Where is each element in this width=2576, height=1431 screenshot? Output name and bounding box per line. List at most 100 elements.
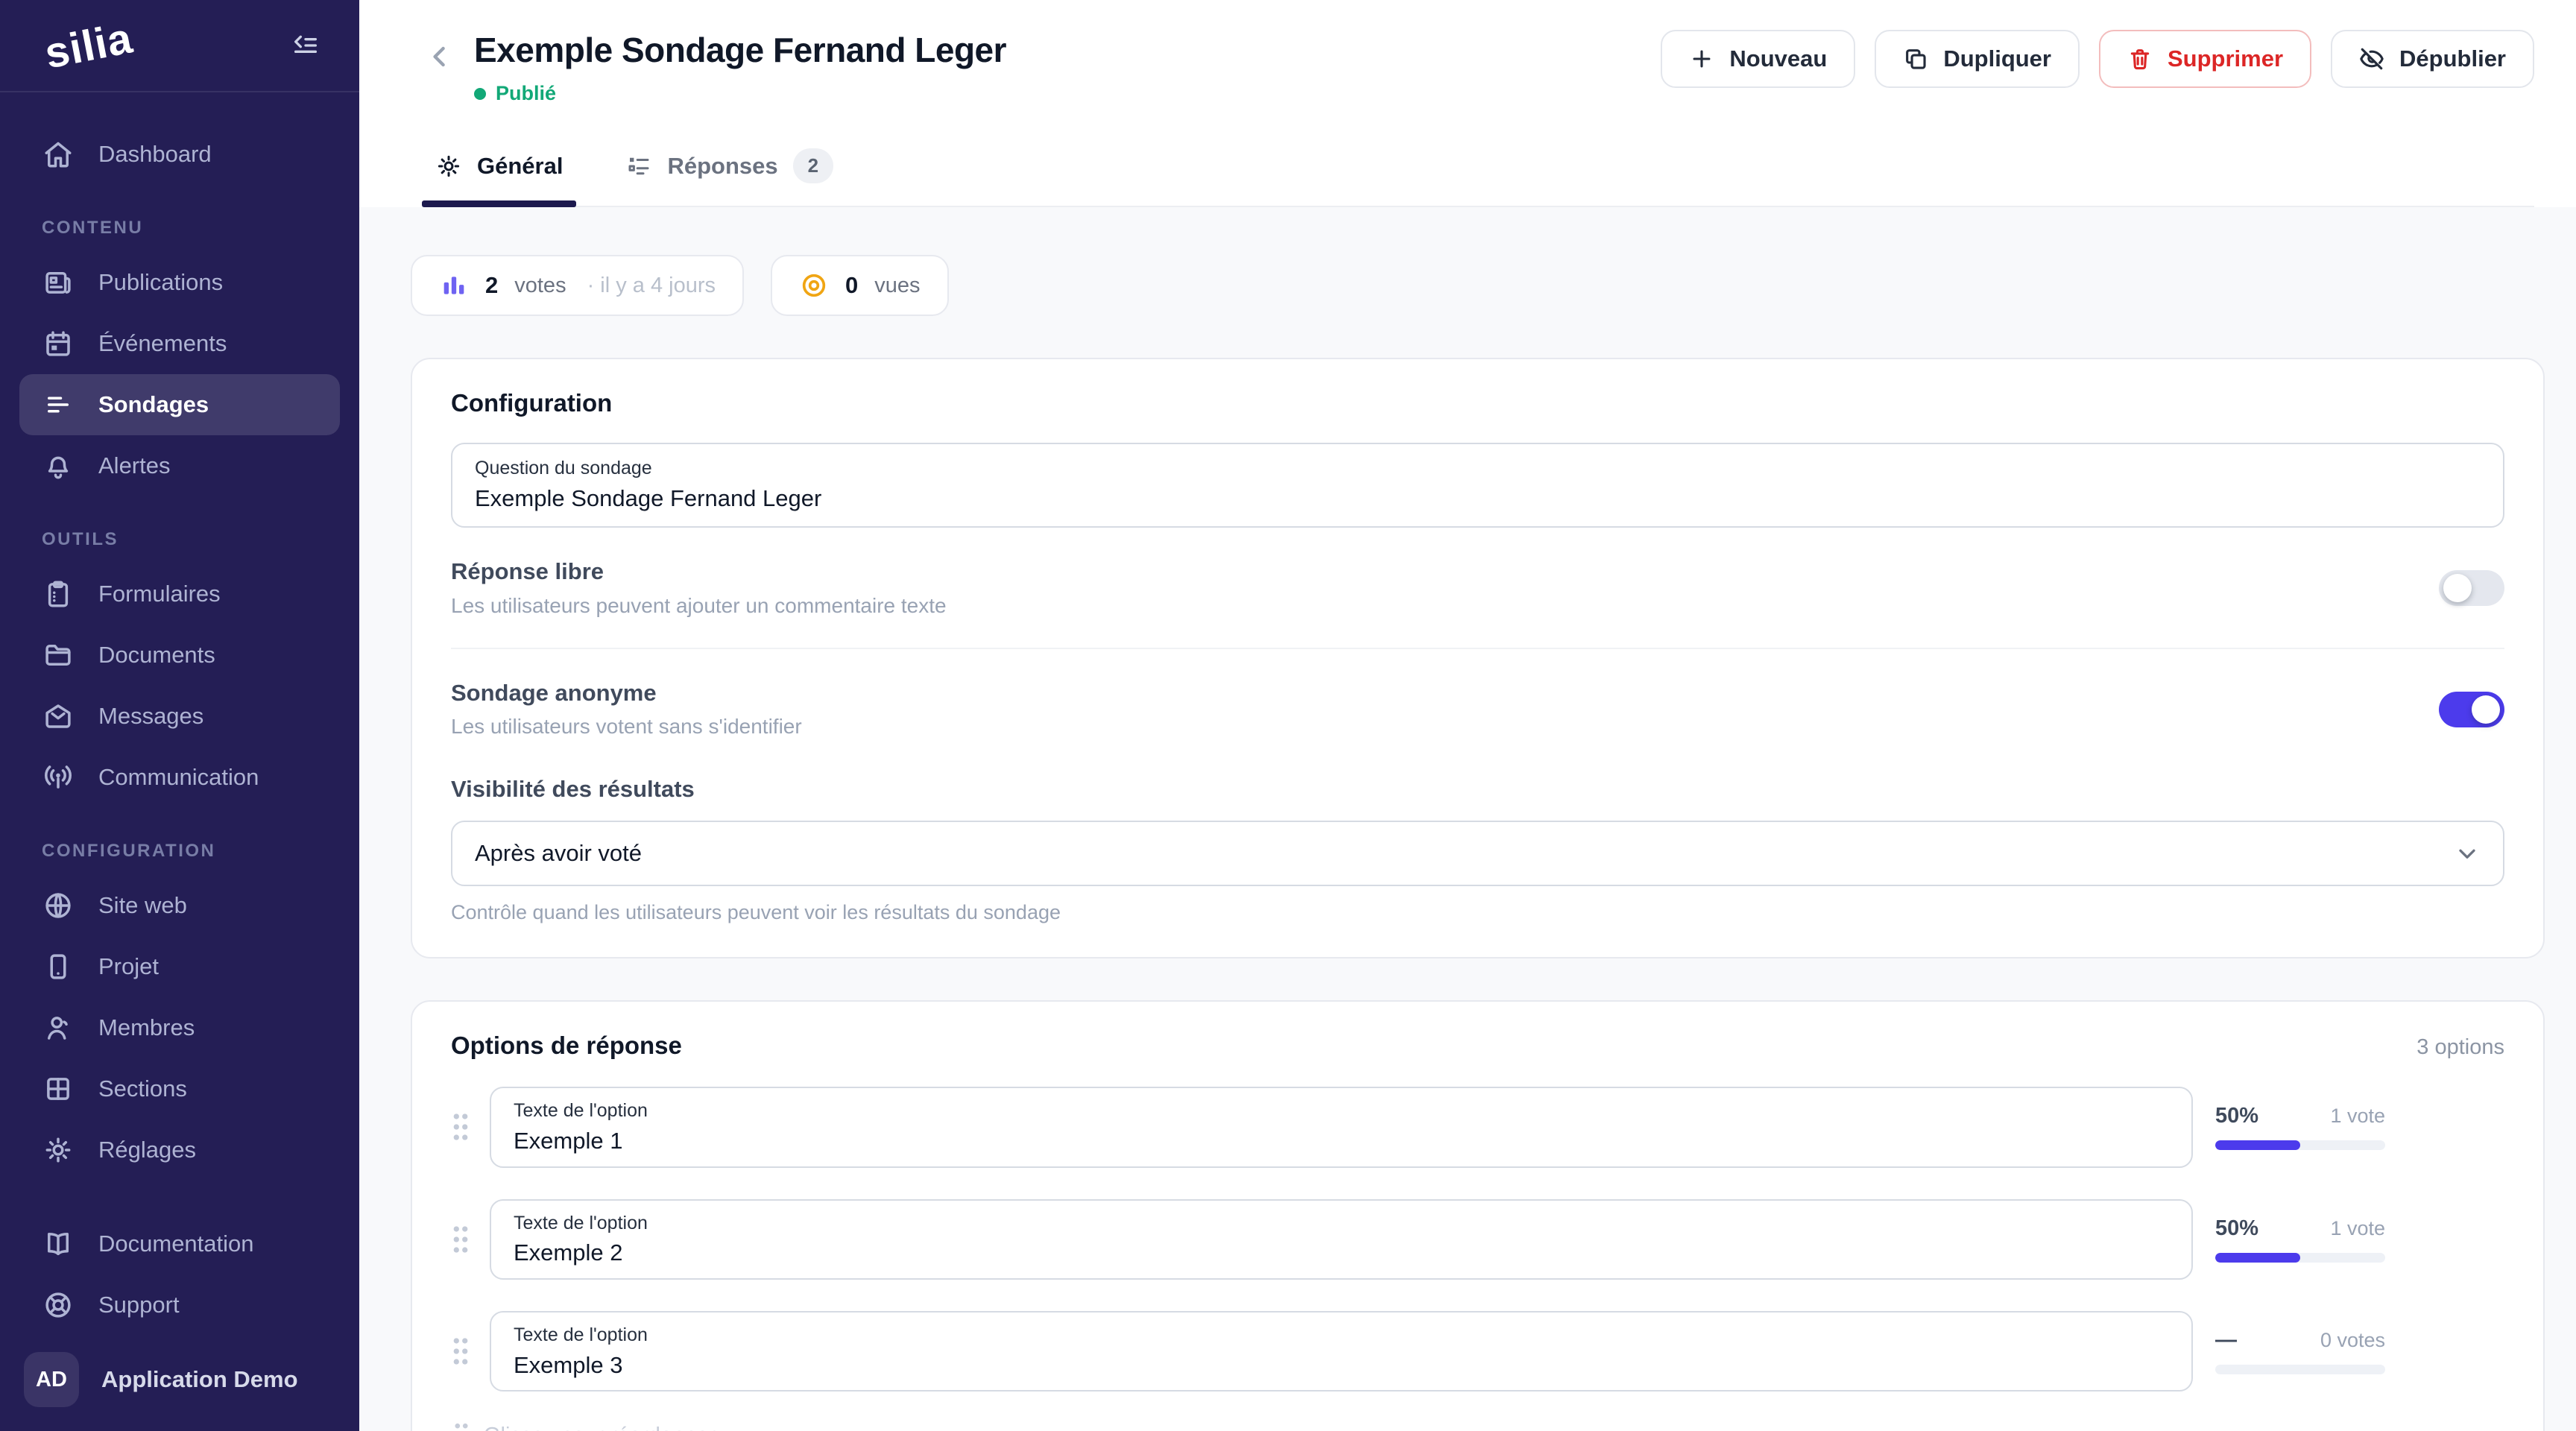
sidebar-item-documents[interactable]: Documents [19, 625, 340, 686]
option-percent: 50% [2215, 1104, 2258, 1128]
eye-off-icon [2359, 46, 2384, 72]
anonymous-row: Sondage anonyme Les utilisateurs votent … [451, 649, 2504, 769]
drag-handle-icon[interactable] [451, 1111, 470, 1143]
grid-icon [42, 1073, 75, 1105]
option-progress-fill [2215, 1140, 2300, 1150]
option-input-label: Texte de l'option [514, 1213, 2169, 1234]
free-response-toggle[interactable] [2439, 570, 2504, 606]
sidebar-item-alertes[interactable]: Alertes [19, 435, 340, 496]
new-button[interactable]: Nouveau [1661, 30, 1855, 88]
bar-chart-icon [439, 271, 469, 300]
option-percent: 50% [2215, 1216, 2258, 1241]
sidebar-item-sondages[interactable]: Sondages [19, 374, 340, 435]
duplicate-button-label: Dupliquer [1943, 45, 2051, 72]
chevron-down-icon [2454, 840, 2481, 867]
globe-icon [42, 889, 75, 922]
drag-handle-icon[interactable] [451, 1224, 470, 1255]
tab-reponses-label: Réponses [667, 153, 777, 180]
back-button[interactable] [422, 39, 458, 75]
option-input-value: Exemple 2 [514, 1239, 2169, 1266]
plus-icon [1689, 46, 1714, 72]
stats-row: 2 votes · il y a 4 jours 0 vues [411, 255, 2545, 316]
new-button-label: Nouveau [1729, 45, 1827, 72]
delete-button-label: Supprimer [2168, 45, 2283, 72]
sidebar-item-dashboard[interactable]: Dashboard [19, 124, 340, 185]
option-input[interactable]: Texte de l'option Exemple 3 [490, 1311, 2193, 1391]
option-row: Texte de l'option Exemple 2 50% 1 vote [451, 1199, 2504, 1280]
sidebar-footer: Documentation Support AD Application Dem… [0, 1213, 359, 1431]
option-input[interactable]: Texte de l'option Exemple 1 [490, 1087, 2193, 1167]
delete-button[interactable]: Supprimer [2099, 30, 2311, 88]
sidebar-section-outils: OUTILS [42, 529, 340, 550]
sidebar-item-label: Publications [98, 269, 223, 296]
collapse-sidebar-icon[interactable] [285, 25, 326, 66]
sidebar-item-label: Alertes [98, 452, 170, 479]
sidebar-item-evenements[interactable]: Événements [19, 313, 340, 374]
tab-reponses-count-badge: 2 [793, 148, 833, 183]
main-area: Exemple Sondage Fernand Leger Publié Nou… [359, 0, 2576, 1431]
list-icon [625, 153, 652, 180]
sidebar-item-label: Membres [98, 1014, 195, 1041]
sidebar-item-sections[interactable]: Sections [19, 1058, 340, 1119]
sidebar-item-formulaires[interactable]: Formulaires [19, 563, 340, 625]
visibility-select[interactable]: Après avoir voté [451, 821, 2504, 886]
status-dot-icon [474, 88, 486, 100]
option-input-label: Texte de l'option [514, 1100, 2169, 1122]
option-stats: 50% 1 vote [2215, 1104, 2385, 1150]
option-votes: 1 vote [2330, 1217, 2385, 1240]
sidebar-item-projet[interactable]: Projet [19, 936, 340, 997]
sidebar-item-label: Sections [98, 1075, 187, 1102]
topbar: Exemple Sondage Fernand Leger Publié Nou… [359, 0, 2576, 207]
reorder-hint-label: Glissez pour réordonner [484, 1424, 716, 1431]
question-input[interactable]: Question du sondage Exemple Sondage Fern… [451, 443, 2504, 528]
configuration-card: Configuration Question du sondage Exempl… [411, 358, 2545, 958]
sidebar-item-label: Réglages [98, 1137, 196, 1163]
option-votes: 1 vote [2330, 1105, 2385, 1128]
sidebar-item-documentation[interactable]: Documentation [19, 1213, 340, 1274]
option-votes: 0 votes [2320, 1329, 2385, 1352]
options-card: Options de réponse 3 options Texte de l'… [411, 1000, 2545, 1431]
option-input-value: Exemple 1 [514, 1128, 2169, 1154]
sidebar-item-label: Communication [98, 764, 259, 791]
sidebar-item-label: Projet [98, 953, 159, 980]
duplicate-button[interactable]: Dupliquer [1875, 30, 2080, 88]
sidebar-item-communication[interactable]: Communication [19, 747, 340, 808]
anonymous-toggle[interactable] [2439, 692, 2504, 727]
user-profile[interactable]: AD Application Demo [19, 1336, 340, 1412]
app-window: silia Dashboard CONTENU Publications [0, 0, 2576, 1431]
free-response-desc: Les utilisateurs peuvent ajouter un comm… [451, 593, 947, 619]
option-progress-track [2215, 1140, 2385, 1150]
tab-general[interactable]: Général [428, 130, 570, 206]
sidebar-section-configuration: CONFIGURATION [42, 841, 340, 862]
sidebar-item-support[interactable]: Support [19, 1274, 340, 1336]
sidebar-item-publications[interactable]: Publications [19, 252, 340, 313]
drag-handle-icon[interactable] [451, 1336, 470, 1367]
user-name: Application Demo [101, 1366, 298, 1393]
sidebar-item-label: Formulaires [98, 581, 221, 607]
free-response-row: Réponse libre Les utilisateurs peuvent a… [451, 528, 2504, 648]
sidebar: silia Dashboard CONTENU Publications [0, 0, 359, 1431]
page-content: 2 votes · il y a 4 jours 0 vues Configur… [359, 207, 2576, 1431]
tab-reponses[interactable]: Réponses 2 [618, 130, 841, 206]
votes-label: votes [514, 274, 566, 298]
free-response-title: Réponse libre [451, 557, 947, 585]
unpublish-button[interactable]: Dépublier [2331, 30, 2534, 88]
visibility-help: Contrôle quand les utilisateurs peuvent … [451, 901, 2504, 924]
sidebar-item-messages[interactable]: Messages [19, 686, 340, 747]
sidebar-item-label: Site web [98, 892, 187, 919]
sidebar-item-label: Sondages [98, 391, 209, 418]
user-icon [42, 1011, 75, 1044]
votes-meta: · il y a 4 jours [587, 274, 716, 298]
anonymous-title: Sondage anonyme [451, 679, 802, 707]
option-row: Texte de l'option Exemple 3 — 0 votes [451, 1311, 2504, 1391]
sidebar-item-membres[interactable]: Membres [19, 997, 340, 1058]
sidebar-item-reglages[interactable]: Réglages [19, 1119, 340, 1181]
sidebar-item-site-web[interactable]: Site web [19, 875, 340, 936]
option-input[interactable]: Texte de l'option Exemple 2 [490, 1199, 2193, 1280]
options-card-title: Options de réponse [451, 1032, 682, 1060]
option-row: Texte de l'option Exemple 1 50% 1 vote [451, 1087, 2504, 1167]
option-input-value: Exemple 3 [514, 1352, 2169, 1379]
sidebar-item-label: Support [98, 1292, 180, 1318]
configuration-card-title: Configuration [451, 389, 612, 417]
option-stats: 50% 1 vote [2215, 1216, 2385, 1263]
